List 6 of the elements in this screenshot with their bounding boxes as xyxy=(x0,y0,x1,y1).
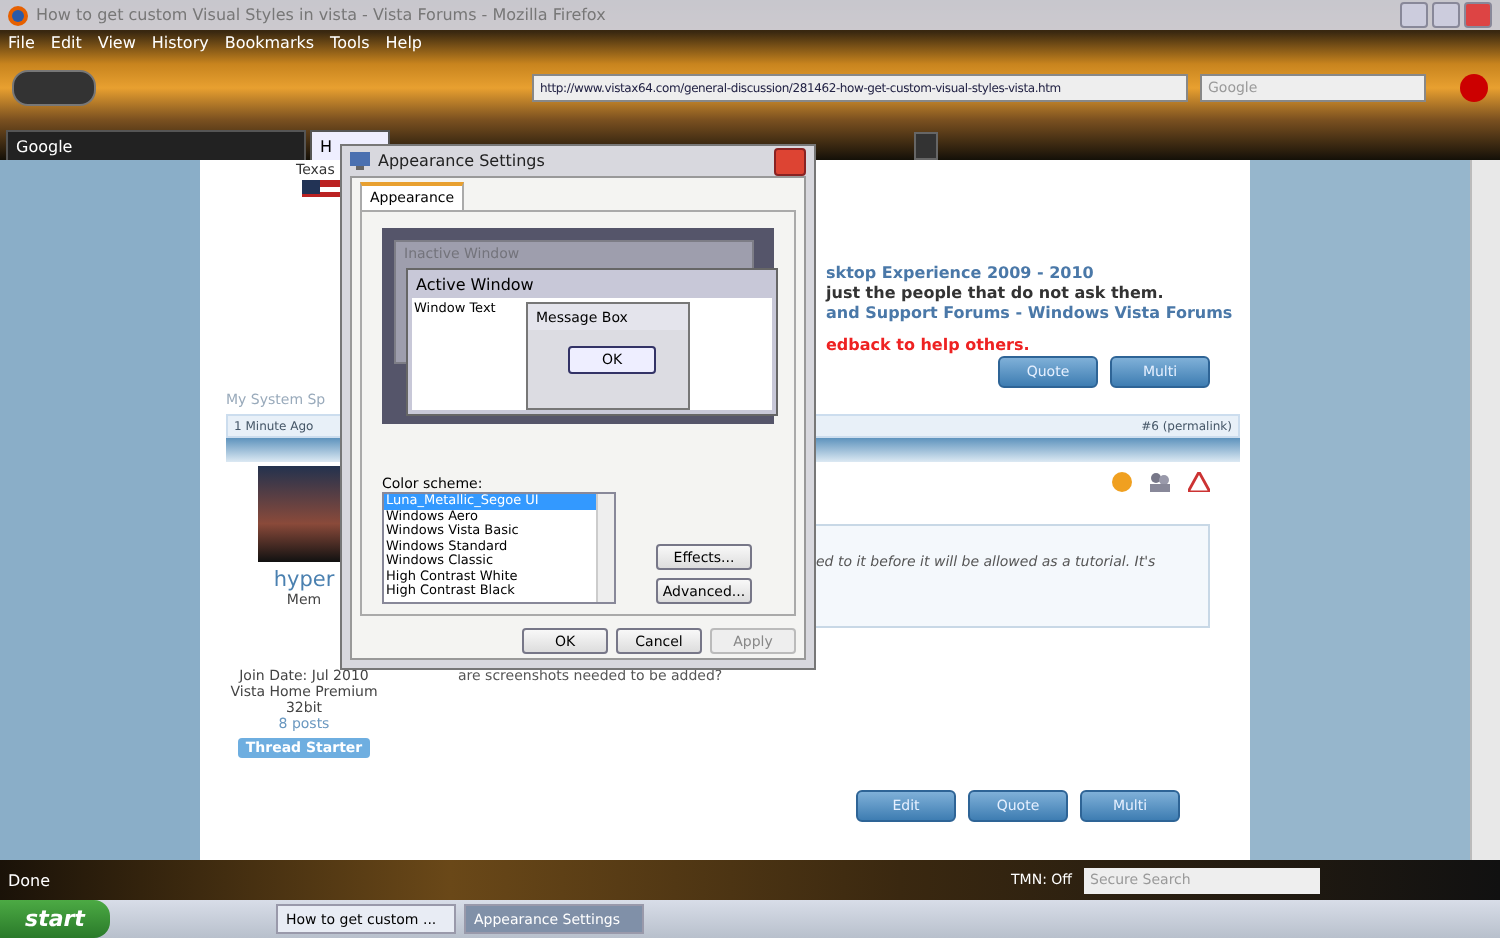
status-text: Done xyxy=(8,871,51,889)
signature-line: just the people that do not ask them. xyxy=(826,284,1166,304)
window-title: How to get custom Visual Styles in vista - Vista Forums - Mozilla Firefox xyxy=(36,6,606,24)
dialog-title: Appearance Settings xyxy=(378,152,545,170)
signature-line: edback to help others. xyxy=(826,336,1032,356)
active-window-title: Active Window xyxy=(414,273,536,297)
